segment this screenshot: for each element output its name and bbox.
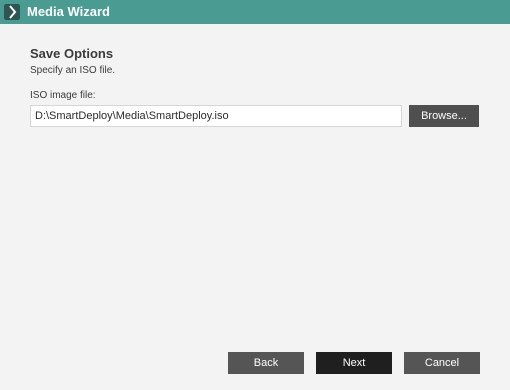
page-title: Save Options [30,46,114,61]
iso-file-path-input[interactable] [30,105,402,127]
browse-button[interactable]: Browse... [409,105,479,127]
page-subtitle: Specify an ISO file. [30,65,116,76]
window-title: Media Wizard [27,4,110,19]
media-wizard-window: Media Wizard Save Options Specify an ISO… [0,0,510,390]
cancel-button[interactable]: Cancel [404,352,480,374]
next-button[interactable]: Next [316,352,392,374]
back-button[interactable]: Back [228,352,304,374]
title-bar: Media Wizard [0,0,510,24]
chevron-right-icon [4,4,20,20]
iso-file-label: ISO image file: [30,90,96,101]
